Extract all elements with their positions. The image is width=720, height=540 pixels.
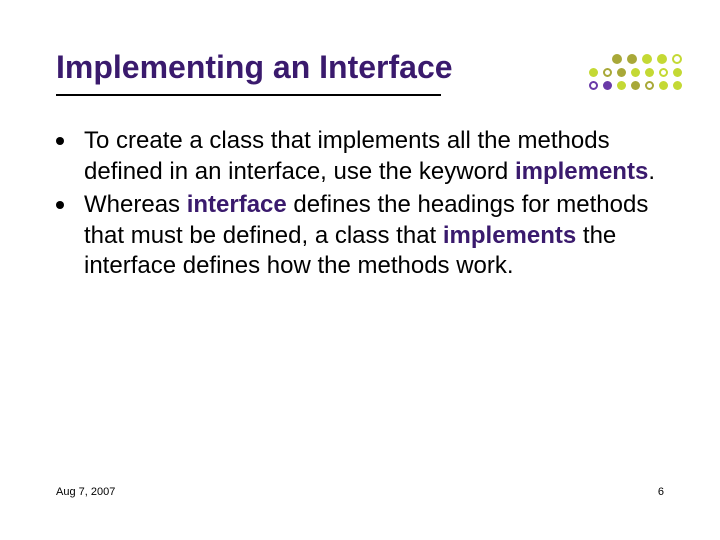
bullet-icon [56,137,64,145]
keyword: implements [515,158,648,185]
keyword: implements [443,222,576,249]
title-area: Implementing an Interface [56,48,664,92]
bullet-text: To create a class that implements all th… [84,126,664,187]
slide-footer: Aug 7, 2007 6 [56,486,664,498]
list-item: Whereas interface defines the headings f… [56,190,664,282]
footer-date: Aug 7, 2007 [56,486,115,498]
slide: Implementing an Interface To create a cl… [0,0,720,540]
title-underline [56,94,441,96]
slide-body: To create a class that implements all th… [56,126,664,282]
footer-page-number: 6 [658,486,664,498]
bullet-icon [56,201,64,209]
slide-title: Implementing an Interface [56,48,664,86]
bullet-text: Whereas interface defines the headings f… [84,190,664,282]
keyword: interface [187,191,287,218]
bullet-list: To create a class that implements all th… [56,126,664,282]
list-item: To create a class that implements all th… [56,126,664,187]
